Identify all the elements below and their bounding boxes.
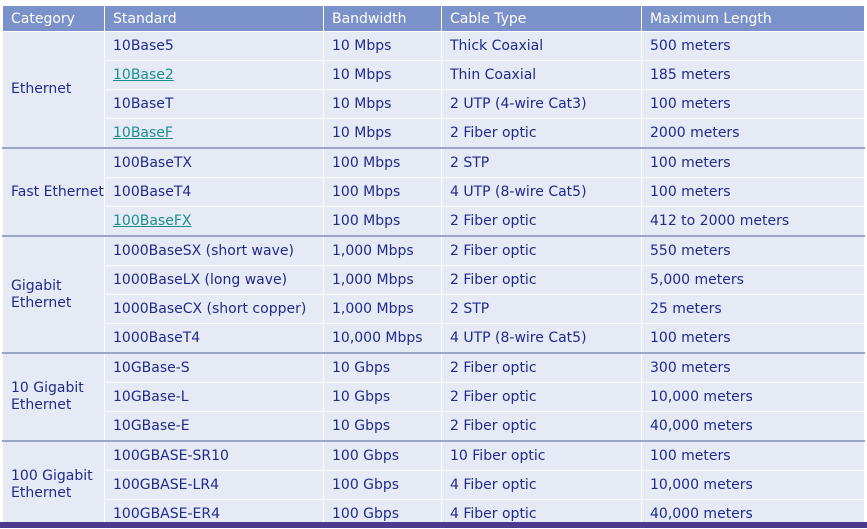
table-row: 100 Gigabit Ethernet 100GBASE-SR10 100 Gbp… [2,440,865,529]
standard-cell: 1000BaseLX (long wave) [104,265,324,295]
bandwidth-cell: 1,000 Mbps [323,235,442,266]
table-row: 10GBase-L 10 Gbps 2 Fiber optic 10,000 mete… [3,382,865,412]
standard-cell: 1000BaseCX (short copper) [104,294,324,324]
maximum-length-cell: 10,000 meters [641,470,865,500]
table-row: Ethernet 10Base5 10 Mbps Thick Coaxial 500 m… [2,31,865,149]
bandwidth-cell: 10 Gbps [323,382,442,412]
cable-type-cell: 2 Fiber optic [441,352,642,383]
cable-type-cell: 4 UTP (8-wire Cat5) [441,323,642,354]
bandwidth-cell: 10,000 Mbps [323,323,442,354]
cable-type-cell: 2 Fiber optic [441,382,642,412]
standard-cell: 10BaseF [104,118,324,149]
table-row: 10Base2 10 Mbps Thin Coaxial 185 meters [3,60,865,90]
standard-cell: 100BaseTX [104,147,324,178]
category-cell: Fast Ethernet [2,147,105,237]
header-bandwidth: Bandwidth [323,5,442,32]
cable-type-cell: 2 UTP (4-wire Cat3) [441,89,642,119]
bandwidth-cell: 10 Mbps [323,31,442,61]
header-row: Category Standard Bandwidth Cable Type M… [2,5,865,32]
maximum-length-cell: 100 meters [641,323,865,354]
table-row: Fast Ethernet 100BaseTX 100 Mbps 2 STP 100 m… [2,147,865,237]
bandwidth-cell: 1,000 Mbps [323,294,442,324]
table-body: Ethernet 10Base5 10 Mbps Thick Coaxial 500 m… [2,31,865,529]
category-cell: Ethernet [2,31,105,149]
cable-type-cell: 2 Fiber optic [441,235,642,266]
bandwidth-cell: 100 Gbps [323,440,442,471]
standard-cell: 100BaseFX [104,206,324,237]
standard-cell: 10GBase-S [104,352,324,383]
cable-type-cell: 2 Fiber optic [441,118,642,149]
bandwidth-cell: 10 Gbps [323,352,442,383]
cable-type-cell: 2 Fiber optic [441,265,642,295]
bandwidth-cell: 10 Mbps [323,60,442,90]
standard-cell: 10GBase-L [104,382,324,412]
standard-cell: 100GBASE-SR10 [104,440,324,471]
table-row: 1000BaseCX (short copper) 1,000 Mbps 2 STP… [3,294,865,324]
bandwidth-cell: 10 Mbps [323,118,442,149]
bandwidth-cell: 100 Gbps [323,470,442,500]
maximum-length-cell: 25 meters [641,294,865,324]
standard-cell: 100GBASE-LR4 [104,470,324,500]
standard-cell: 10BaseT [104,89,324,119]
standard-cell: 1000BaseT4 [104,323,324,354]
category-cell: Gigabit Ethernet [2,235,105,354]
maximum-length-cell: 550 meters [641,235,865,266]
cable-type-cell: 4 Fiber optic [441,470,642,500]
standard-cell: 10GBase-E [104,411,324,442]
bandwidth-cell: 100 Mbps [323,177,442,207]
standard-cell: 10Base2 [104,60,324,90]
maximum-length-cell: 100 meters [641,147,865,178]
table-row: Gigabit Ethernet 1000BaseSX (short wave) 1… [2,235,865,354]
cable-type-cell: 2 STP [441,294,642,324]
cable-type-cell: Thick Coaxial [441,31,642,61]
ethernet-standards-table: Category Standard Bandwidth Cable Type M… [2,5,865,529]
cable-type-cell: 2 STP [441,147,642,178]
table-row: 100GBASE-LR4 100 Gbps 4 Fiber optic 10,000 … [3,470,865,500]
table-row: 10BaseT 10 Mbps 2 UTP (4-wire Cat3) 100 met… [3,89,865,119]
bandwidth-cell: 10 Mbps [323,89,442,119]
table-row: 10BaseF 10 Mbps 2 Fiber optic 2000 meters [3,118,865,149]
bandwidth-cell: 1,000 Mbps [323,265,442,295]
header-category: Category [2,5,105,32]
slide: Category Standard Bandwidth Cable Type M… [0,0,867,529]
cable-type-cell: 2 Fiber optic [441,206,642,237]
table-row: 1000BaseLX (long wave) 1,000 Mbps 2 Fiber … [3,265,865,295]
cable-type-cell: 2 Fiber optic [441,411,642,442]
table-row: 10 Gigabit Ethernet 10GBase-S 10 Gbps 2 Fib… [2,352,865,442]
bottom-bar [0,522,867,528]
maximum-length-cell: 10,000 meters [641,382,865,412]
maximum-length-cell: 100 meters [641,440,865,471]
maximum-length-cell: 100 meters [641,89,865,119]
maximum-length-cell: 412 to 2000 meters [641,206,865,237]
category-cell: 10 Gigabit Ethernet [2,352,105,442]
maximum-length-cell: 300 meters [641,352,865,383]
category-cell: 100 Gigabit Ethernet [2,440,105,529]
maximum-length-cell: 500 meters [641,31,865,61]
cable-type-cell: Thin Coaxial [441,60,642,90]
standard-link[interactable]: 10BaseF [113,125,173,141]
cable-type-cell: 4 UTP (8-wire Cat5) [441,177,642,207]
bandwidth-cell: 100 Mbps [323,147,442,178]
standard-link[interactable]: 100BaseFX [113,213,191,229]
bandwidth-cell: 100 Mbps [323,206,442,237]
header-standard: Standard [104,5,324,32]
header-maximum-length: Maximum Length [641,5,865,32]
maximum-length-cell: 2000 meters [641,118,865,149]
cable-type-cell: 10 Fiber optic [441,440,642,471]
standard-cell: 1000BaseSX (short wave) [104,235,324,266]
bandwidth-cell: 10 Gbps [323,411,442,442]
table-row: 10GBase-E 10 Gbps 2 Fiber optic 40,000 mete… [3,411,865,442]
header-cable-type: Cable Type [441,5,642,32]
table-row: 1000BaseT4 10,000 Mbps 4 UTP (8-wire Cat5)… [3,323,865,354]
maximum-length-cell: 185 meters [641,60,865,90]
standard-cell: 100BaseT4 [104,177,324,207]
maximum-length-cell: 40,000 meters [641,411,865,442]
table-row: 100BaseT4 100 Mbps 4 UTP (8-wire Cat5) 100 … [3,177,865,207]
standard-link[interactable]: 10Base2 [113,67,174,83]
table-row: 100BaseFX 100 Mbps 2 Fiber optic 412 to 200… [3,206,865,237]
maximum-length-cell: 100 meters [641,177,865,207]
standard-cell: 10Base5 [104,31,324,61]
maximum-length-cell: 5,000 meters [641,265,865,295]
